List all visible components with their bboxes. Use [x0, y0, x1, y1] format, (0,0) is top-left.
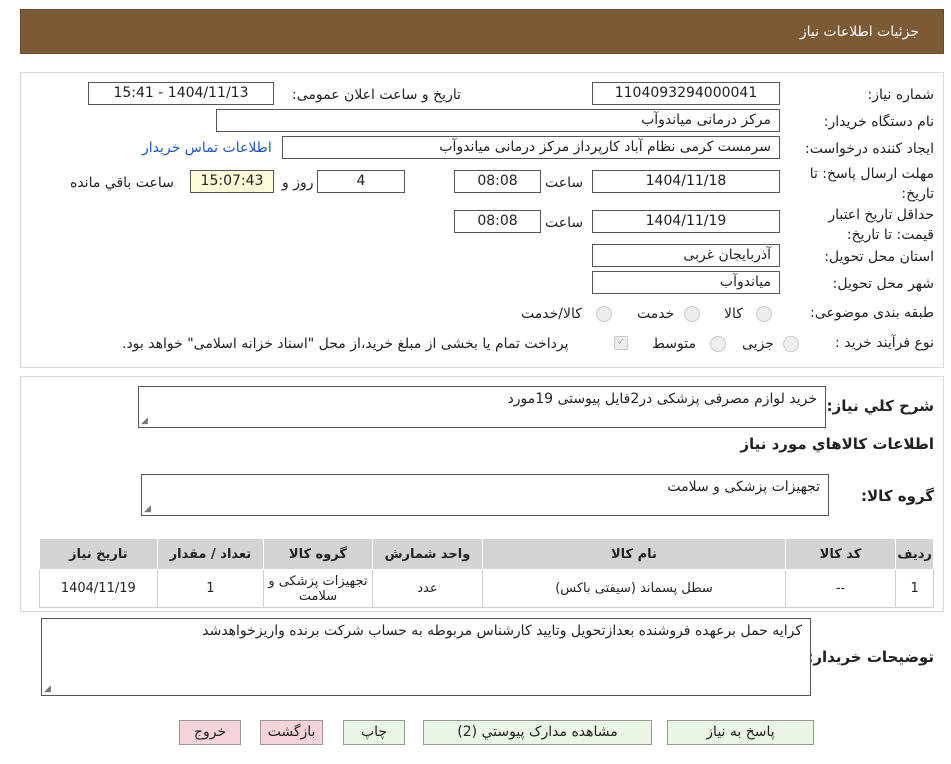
need-number-label: شماره نیاز:: [867, 87, 935, 103]
validity-date-field: 1404/11/19: [592, 210, 780, 233]
remaining-time-field: 15:07:43: [190, 170, 274, 193]
cell-goods-group: تجهیزات پزشکی و سلامت: [263, 569, 373, 608]
creator-field: سرمست کرمی نظام آباد کارپرداز مرکز درمان…: [282, 136, 780, 159]
exit-button[interactable]: خروج: [179, 720, 241, 745]
creator-label: ایجاد کننده درخواست:: [805, 141, 934, 157]
goods-table: رديف کد کالا نام کالا واحد شمارش گروه کا…: [39, 538, 934, 608]
remaining-days-field: 4: [317, 170, 405, 193]
buyer-org-field: مرکز درمانی میاندوآب: [216, 109, 780, 132]
category-goods-label: کالا: [724, 306, 743, 322]
reply-button[interactable]: پاسخ به نياز: [667, 720, 814, 745]
cell-goods-code: --: [784, 569, 897, 608]
city-field: میاندوآب: [592, 271, 780, 294]
cell-goods-name: سطل پسماند (سیفتی باکس): [482, 569, 786, 608]
province-label: استان محل تحویل:: [824, 249, 934, 265]
print-button[interactable]: چاپ: [343, 720, 405, 745]
table-header-row: رديف کد کالا نام کالا واحد شمارش گروه کا…: [39, 538, 934, 570]
resize-grip-icon[interactable]: ◢: [44, 685, 51, 694]
col-goods-name: نام کالا: [482, 538, 786, 570]
col-goods-code: کد کالا: [784, 538, 897, 570]
province-field: آذربایجان غربی: [592, 244, 780, 267]
goods-group-text: تجهیزات پزشکی و سلامت: [667, 479, 820, 495]
view-attachments-button[interactable]: مشاهده مدارک پيوستي (2): [423, 720, 652, 745]
treasury-checkbox[interactable]: ✓: [614, 336, 628, 350]
process-medium-radio[interactable]: [710, 336, 726, 352]
city-label: شهر محل تحویل:: [832, 276, 934, 292]
resize-grip-icon[interactable]: ◢: [141, 417, 148, 426]
buyer-notes-text: کرایه حمل برعهده فروشنده بعدازتحویل وتای…: [202, 623, 802, 639]
cell-row-number: 1: [895, 569, 934, 608]
cell-unit: عدد: [371, 569, 484, 608]
buyer-notes-textarea: کرایه حمل برعهده فروشنده بعدازتحویل وتای…: [41, 618, 811, 696]
col-goods-group: گروه کالا: [263, 538, 373, 570]
validity-time-field: 08:08: [454, 210, 541, 233]
treasury-note: پرداخت تمام یا بخشی از مبلغ خرید،از محل …: [122, 336, 569, 352]
reply-time-field: 08:08: [454, 170, 541, 193]
remaining-label: ساعت باقي مانده: [70, 175, 174, 191]
goods-group-label: گروه کالا:: [861, 487, 934, 505]
description-textarea: خرید لوازم مصرفی پزشکی در2فایل پیوستی 19…: [138, 386, 826, 428]
need-number-field: 1104093294000041: [592, 82, 780, 105]
reply-time-label: ساعت: [545, 175, 584, 191]
cell-quantity: 1: [156, 569, 265, 608]
category-goods-radio[interactable]: [756, 306, 772, 322]
col-row-number: رديف: [895, 538, 934, 570]
buyer-contact-link[interactable]: اطلاعات تماس خریدار: [142, 140, 272, 156]
days-label: روز و: [282, 175, 314, 191]
page-title: جزئیات اطلاعات نیاز: [799, 24, 919, 40]
page-header: جزئیات اطلاعات نیاز: [20, 9, 944, 54]
announce-label: تاریخ و ساعت اعلان عمومی:: [292, 87, 461, 103]
resize-grip-icon[interactable]: ◢: [144, 505, 151, 514]
col-quantity: تعداد / مقدار: [156, 538, 265, 570]
col-unit: واحد شمارش: [371, 538, 484, 570]
goods-group-textarea: تجهیزات پزشکی و سلامت ◢: [141, 474, 829, 516]
back-button[interactable]: بازگشت: [260, 720, 323, 745]
cell-need-date: 1404/11/19: [39, 569, 158, 608]
category-goods-service-label: کالا/خدمت: [521, 306, 582, 322]
col-need-date: تاريخ نياز: [39, 538, 158, 570]
reply-date-field: 1404/11/18: [592, 170, 780, 193]
table-row: 1 -- سطل پسماند (سیفتی باکس) عدد تجهیزات…: [39, 569, 934, 608]
description-text: خرید لوازم مصرفی پزشکی در2فایل پیوستی 19…: [507, 391, 817, 407]
category-goods-service-radio[interactable]: [596, 306, 612, 322]
announce-datetime-field: 1404/11/13 - 15:41: [88, 82, 274, 105]
reply-deadline-label: مهلت ارسال پاسخ: تا تاریخ:: [809, 166, 934, 202]
buyer-notes-label: توضیحات خریدار:: [807, 648, 934, 666]
validity-time-label: ساعت: [545, 215, 584, 231]
validity-label: حداقل تاریخ اعتبار قیمت: تا تاریخ:: [828, 207, 934, 243]
process-minor-radio[interactable]: [783, 336, 799, 352]
buyer-org-label: نام دستگاه خریدار:: [823, 114, 934, 130]
category-service-radio[interactable]: [684, 306, 700, 322]
category-service-label: خدمت: [637, 306, 675, 322]
process-medium-label: متوسط: [652, 336, 696, 352]
category-label: طبقه بندی موضوعی:: [810, 305, 934, 321]
process-label: نوع فرآیند خرید :: [835, 335, 934, 351]
description-label: شرح کلي نياز:: [826, 397, 934, 415]
process-minor-label: جزیی: [742, 336, 774, 352]
goods-info-title: اطلاعات کالاهاي مورد نياز: [740, 435, 934, 453]
